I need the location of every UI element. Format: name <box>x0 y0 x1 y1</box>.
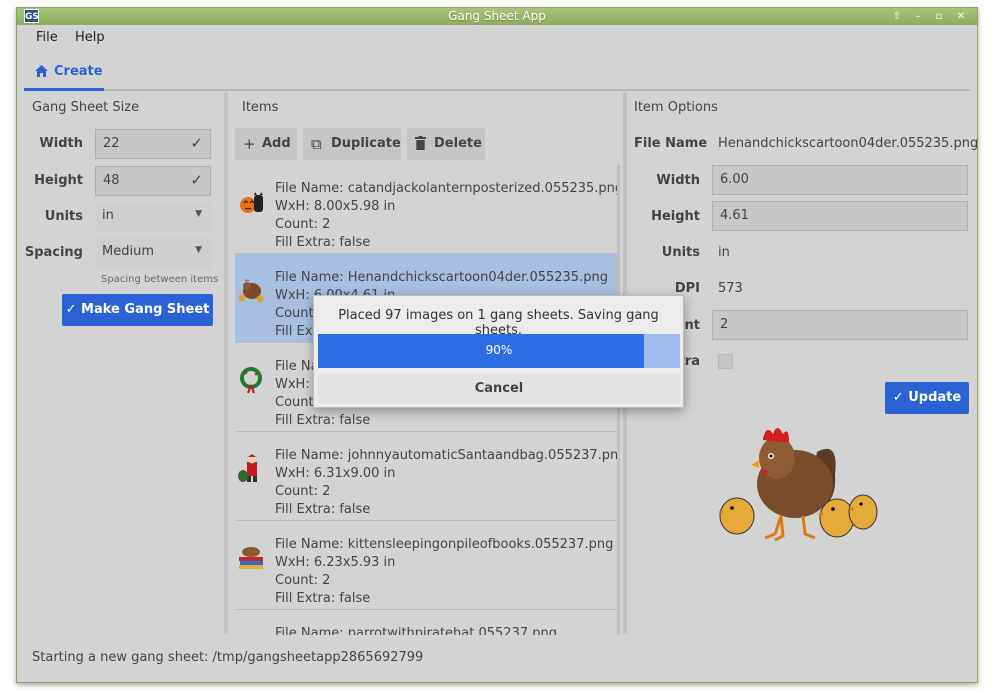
item-count: Count: 2 <box>275 217 331 232</box>
item-file-name: File Name: Henandchickscartoon04der.0552… <box>275 270 608 285</box>
plus-icon: + <box>243 135 256 153</box>
home-icon <box>34 64 49 82</box>
width-label: Width <box>39 136 83 151</box>
progress-percent: 90% <box>485 343 513 357</box>
height-label: Height <box>34 173 83 188</box>
item-preview-image <box>718 428 878 542</box>
dpi-value: 573 <box>718 281 743 296</box>
menu-file[interactable]: File <box>36 30 58 45</box>
opt-units-value: in <box>718 245 730 260</box>
menu-help[interactable]: Help <box>75 30 105 45</box>
item-fill-extra: Fill Extra: false <box>275 235 371 250</box>
spacing-hint: Spacing between items <box>101 274 219 285</box>
list-item[interactable]: File Name: kittensleepingonpileofbooks.0… <box>235 521 620 610</box>
fill-extra-checkbox[interactable] <box>718 354 733 369</box>
units-value: in <box>102 208 114 223</box>
maximize-icon[interactable]: ▫ <box>931 10 947 23</box>
update-button[interactable]: ✓ Update <box>885 382 969 414</box>
make-gang-sheet-label: Make Gang Sheet <box>81 302 210 317</box>
opt-units-label: Units <box>661 245 700 260</box>
dropdown-caret-icon: ▼ <box>195 245 202 255</box>
duplicate-button[interactable]: ⧉ Duplicate <box>303 128 401 160</box>
make-gang-sheet-button[interactable]: ✓ Make Gang Sheet <box>62 294 213 326</box>
sheet-height-value: 48 <box>103 173 120 188</box>
item-count-input[interactable]: 2 <box>712 310 968 340</box>
item-count-value: 2 <box>720 317 729 332</box>
item-fill-extra: Fill Extra: false <box>275 413 371 428</box>
progress-dialog: Placed 97 images on 1 gang sheets. Savin… <box>313 295 684 408</box>
kitten-books-thumbnail <box>239 547 263 569</box>
units-select[interactable]: in ▼ <box>95 202 211 232</box>
item-file-name: File Name: parrotwithpiratehat.055237.pn… <box>275 626 557 635</box>
list-item[interactable]: File Name: parrotwithpiratehat.055237.pn… <box>235 610 620 635</box>
santa-thumbnail <box>238 454 257 482</box>
close-icon[interactable]: ✕ <box>953 10 969 23</box>
items-title: Items <box>242 100 279 115</box>
dropdown-caret-icon: ▼ <box>195 209 202 219</box>
title-bar[interactable]: GS Gang Sheet App ⇧ – ▫ ✕ <box>17 8 977 25</box>
wreath-thumbnail <box>240 367 262 394</box>
tab-create[interactable]: Create <box>24 56 104 90</box>
item-fill-extra: Fill Extra: false <box>275 591 371 606</box>
window-title: Gang Sheet App <box>448 9 546 23</box>
delete-label: Delete <box>434 136 482 151</box>
hen-thumbnail <box>238 279 264 303</box>
list-item[interactable]: File Name: johnnyautomaticSantaandbag.05… <box>235 432 620 521</box>
item-height-value: 4.61 <box>720 208 749 223</box>
opt-width-label: Width <box>656 173 700 188</box>
item-file-name: File Name: catandjackolanternposterized.… <box>275 181 620 196</box>
item-file-name: File Name: kittensleepingonpileofbooks.0… <box>275 537 614 552</box>
spacing-select[interactable]: Medium ▼ <box>95 238 211 268</box>
file-name-label: File Name <box>634 136 708 151</box>
item-size: WxH: 6.31x9.00 in <box>275 466 396 481</box>
copy-icon: ⧉ <box>311 135 322 153</box>
tab-bar: Create <box>17 56 977 96</box>
spacing-value: Medium <box>102 244 154 259</box>
sheet-height-input[interactable]: 48 ✓ <box>95 166 211 196</box>
menu-bar: File Help <box>17 26 977 50</box>
item-width-input[interactable]: 6.00 <box>712 165 968 195</box>
tab-divider <box>104 89 970 91</box>
cancel-button[interactable]: Cancel <box>318 374 680 404</box>
add-button[interactable]: + Add <box>235 128 297 160</box>
item-options-title: Item Options <box>634 100 718 115</box>
check-icon: ✓ <box>65 302 77 317</box>
duplicate-label: Duplicate <box>331 136 401 151</box>
status-bar: Starting a new gang sheet: /tmp/gangshee… <box>32 650 424 665</box>
item-height-input[interactable]: 4.61 <box>712 201 968 231</box>
progress-bar: 90% <box>318 334 680 368</box>
add-label: Add <box>262 136 291 151</box>
item-count: Count: 2 <box>275 573 331 588</box>
opt-height-label: Height <box>651 209 700 224</box>
trash-icon <box>415 127 426 161</box>
pumpkin-cat-thumbnail <box>240 192 263 213</box>
check-icon: ✓ <box>892 390 904 405</box>
item-size: WxH: 8.00x5.98 in <box>275 199 396 214</box>
item-size: WxH: 6.23x5.93 in <box>275 555 396 570</box>
panel-divider-left[interactable] <box>224 92 228 634</box>
check-icon: ✓ <box>190 171 203 189</box>
tab-indicator <box>24 88 104 91</box>
item-count: Count: 2 <box>275 484 331 499</box>
check-icon: ✓ <box>190 134 203 152</box>
update-label: Update <box>908 390 962 405</box>
item-file-name: File Name: johnnyautomaticSantaandbag.05… <box>275 448 620 463</box>
minimize-icon[interactable]: – <box>910 10 926 23</box>
tab-create-label: Create <box>54 64 103 79</box>
pin-icon[interactable]: ⇧ <box>889 10 905 23</box>
spacing-label: Spacing <box>24 245 83 260</box>
sheet-width-value: 22 <box>103 136 120 151</box>
sheet-width-input[interactable]: 22 ✓ <box>95 129 211 159</box>
app-window: GS Gang Sheet App ⇧ – ▫ ✕ File Help Crea… <box>16 7 978 683</box>
item-width-value: 6.00 <box>720 172 749 187</box>
dpi-label: DPI <box>674 281 700 296</box>
file-name-value: Henandchickscartoon04der.055235.png <box>718 136 979 151</box>
delete-button[interactable]: Delete <box>407 128 485 160</box>
sheet-size-title: Gang Sheet Size <box>32 100 140 115</box>
units-label: Units <box>44 209 83 224</box>
item-fill-extra: Fill Extra: false <box>275 502 371 517</box>
list-item[interactable]: File Name: catandjackolanternposterized.… <box>235 165 620 254</box>
